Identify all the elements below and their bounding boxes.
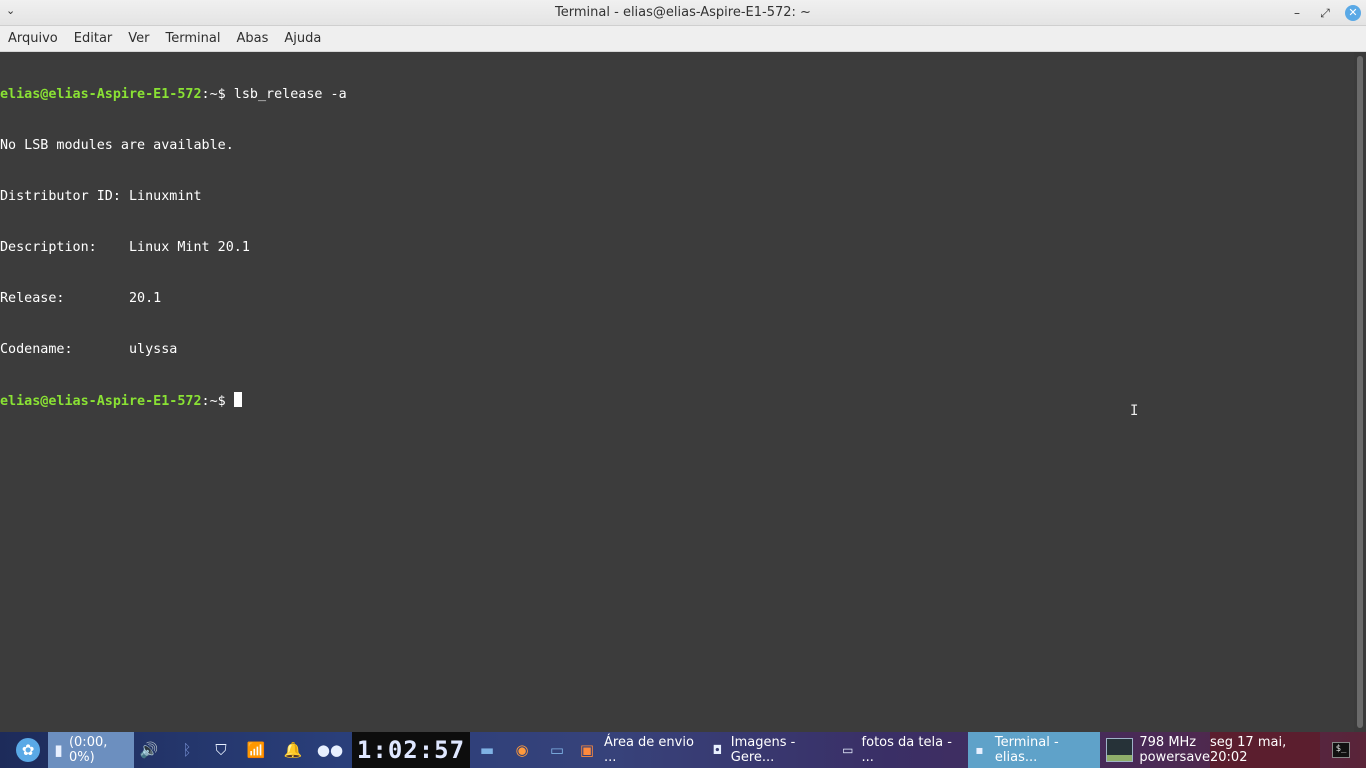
archive-launcher[interactable]: ▣ (576, 732, 598, 768)
battery-indicator[interactable]: ▮ (0:00, 0%) (48, 732, 134, 768)
terminal-output[interactable]: elias@elias-Aspire-E1-572:~$ lsb_release… (0, 52, 1354, 732)
battery-icon: ▮ (54, 741, 63, 759)
minimize-button[interactable]: – (1288, 4, 1306, 22)
battery-text: (0:00, 0%) (68, 735, 108, 765)
menu-ajuda[interactable]: Ajuda (284, 31, 321, 46)
window-button-fotos-da-tela[interactable]: ▭ fotos da tela - ... (838, 732, 966, 768)
maximize-button[interactable]: ⤢ (1316, 4, 1334, 22)
menu-bar: Arquivo Editar Ver Terminal Abas Ajuda (0, 26, 1366, 52)
terminal-icon: ▪ (975, 743, 984, 757)
mint-menu-button[interactable]: ✿ (16, 732, 40, 768)
bluetooth-icon: ᛒ (182, 741, 192, 759)
taskbar-grip[interactable] (0, 732, 6, 768)
shield-icon: ⛉ (215, 741, 227, 759)
current-prompt-line: elias@elias-Aspire-E1-572:~$ (0, 392, 1354, 409)
title-bar: ⌄ Terminal - elias@elias-Aspire-E1-572: … (0, 0, 1366, 26)
command-line: elias@elias-Aspire-E1-572:~$ lsb_release… (0, 86, 1354, 103)
eyes-icon: ●● (316, 741, 344, 759)
files-launcher[interactable]: ▭ (546, 732, 568, 768)
cpu-governor: powersave (1139, 750, 1210, 765)
menu-arquivo[interactable]: Arquivo (8, 31, 58, 46)
wifi-button[interactable]: 📶 (245, 732, 267, 768)
firefox-icon: ◉ (515, 741, 529, 759)
mouse-ibeam-cursor-icon: I (1130, 403, 1139, 419)
digital-clock[interactable]: 1:02:57 (352, 732, 470, 768)
date-time[interactable]: seg 17 mai, 20:02 (1210, 732, 1320, 768)
output-line: Distributor ID: Linuxmint (0, 189, 202, 204)
command-text: lsb_release -a (225, 87, 347, 102)
file-manager-icon: ▭ (549, 741, 565, 759)
text-cursor (233, 392, 242, 407)
menu-abas[interactable]: Abas (236, 31, 268, 46)
taskbar: ✿ ▮ (0:00, 0%) 🔊 ᛒ ⛉ 📶 🔔 ●● 1:02:57 ▬ ◉ … (0, 732, 1366, 768)
window-button-area-envio[interactable]: Área de envio ... (604, 732, 704, 768)
prompt-path: :~$ (201, 394, 226, 409)
notifications-button[interactable]: 🔔 (282, 732, 304, 768)
scrollbar-thumb[interactable] (1357, 56, 1363, 728)
file-manager-launcher[interactable]: ▬ (476, 732, 498, 768)
cpu-frequency-applet[interactable]: 798 MHz powersave (1106, 732, 1210, 768)
menu-ver[interactable]: Ver (128, 31, 149, 46)
volume-button[interactable]: 🔊 (138, 732, 160, 768)
prompt-user-host: elias@elias-Aspire-E1-572 (0, 87, 202, 102)
prompt-user-host: elias@elias-Aspire-E1-572 (0, 394, 202, 409)
close-button[interactable]: ✕ (1345, 5, 1361, 21)
firefox-launcher[interactable]: ◉ (511, 732, 533, 768)
terminal-scrollbar[interactable] (1354, 52, 1366, 732)
window-label: fotos da tela - ... (861, 735, 952, 765)
wifi-icon: 📶 (246, 741, 266, 759)
window-label: Área de envio ... (604, 735, 694, 765)
window-button-imagens[interactable]: ◘ Imagens - Gere... (708, 732, 836, 768)
window-label: Imagens - Gere... (730, 735, 796, 765)
menu-editar[interactable]: Editar (74, 31, 113, 46)
whisker-menu-icon: ✿ (16, 738, 40, 762)
bell-icon: 🔔 (283, 741, 303, 759)
output-line: Codename: ulyssa (0, 342, 178, 357)
speaker-icon: 🔊 (139, 741, 159, 759)
window-button-terminal[interactable]: ▪ Terminal - elias... (968, 732, 1100, 768)
eyes-applet[interactable]: ●● (312, 732, 348, 768)
folder-icon: ▭ (842, 743, 854, 757)
window-title: Terminal - elias@elias-Aspire-E1-572: ~ (555, 5, 811, 20)
output-line: No LSB modules are available. (0, 138, 234, 153)
shield-button[interactable]: ⛉ (210, 732, 232, 768)
cpu-graph-icon (1106, 738, 1134, 762)
folder-icon: ▬ (479, 741, 495, 759)
prompt-path: :~$ (201, 87, 226, 102)
output-line: Release: 20.1 (0, 291, 162, 306)
bluetooth-button[interactable]: ᛒ (176, 732, 198, 768)
output-line: Description: Linux Mint 20.1 (0, 240, 250, 255)
camera-icon: ◘ (712, 743, 723, 757)
archive-icon: ▣ (579, 741, 595, 759)
menu-terminal[interactable]: Terminal (166, 31, 221, 46)
cpu-frequency: 798 MHz (1139, 735, 1197, 750)
window-label: Terminal - elias... (994, 735, 1059, 765)
terminal-launcher[interactable]: $_ (1326, 732, 1356, 768)
terminal-icon: $_ (1332, 742, 1350, 758)
